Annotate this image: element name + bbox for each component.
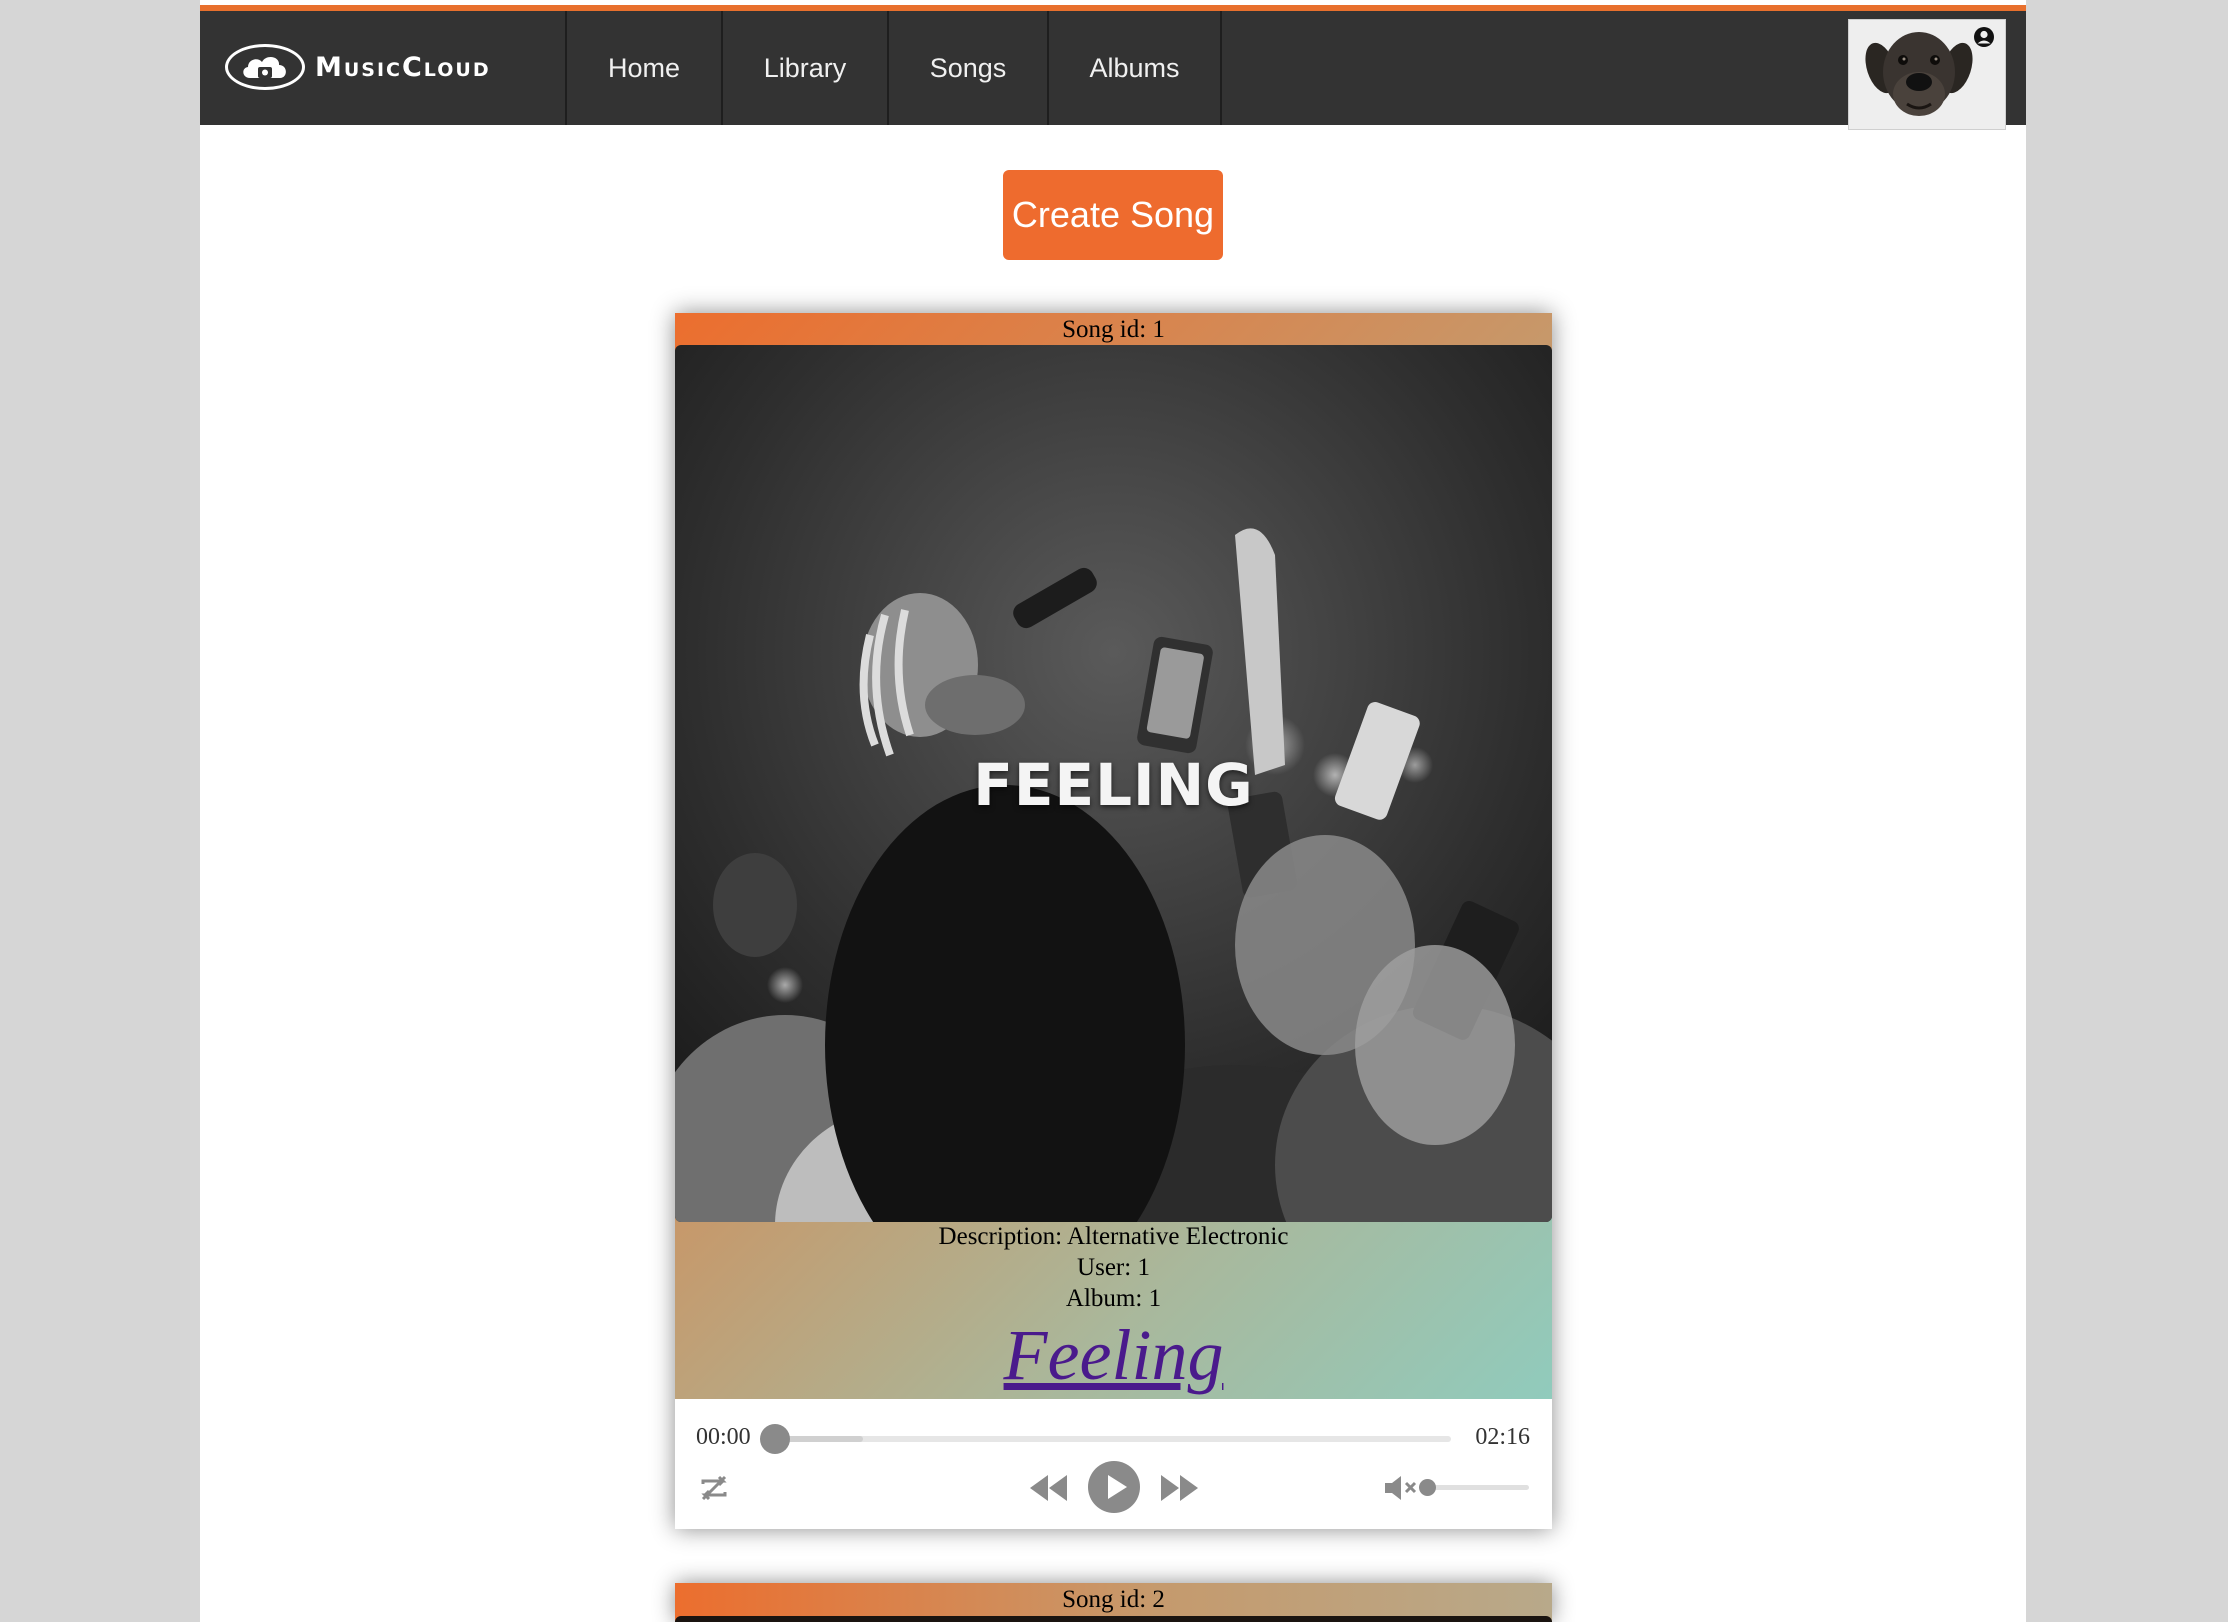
nav-home[interactable]: Home (567, 11, 723, 125)
current-time: 00:00 (696, 1424, 751, 1450)
play-icon[interactable] (1087, 1460, 1141, 1514)
rewind-icon[interactable] (1027, 1471, 1071, 1505)
dog-avatar (1865, 32, 1973, 116)
nav-songs[interactable]: Songs (889, 11, 1049, 125)
song-card: Song id: 2 (675, 1583, 1552, 1622)
song-id-label: Song id: 2 (1062, 1586, 1165, 1613)
song-album: Album: 1 (1065, 1285, 1162, 1312)
create-song-button[interactable]: Create Song (1003, 170, 1223, 260)
nav-albums[interactable]: Albums (1049, 11, 1222, 125)
cover-title-text: FEELING (973, 751, 1254, 819)
song-id-label: Song id: 1 (1062, 316, 1165, 343)
song-card: Song id: 1 FEELING Description: Alternat… (675, 313, 1552, 1529)
song-cover-image: FEELING (675, 345, 1552, 1222)
brand-logo[interactable]: MusicCloud (225, 43, 491, 91)
brand-name: MusicCloud (315, 51, 491, 83)
fast-forward-icon[interactable] (1157, 1471, 1201, 1505)
volume-muted-icon[interactable] (1383, 1473, 1419, 1503)
top-navbar: MusicCloud Home Library Songs Albums (200, 5, 2026, 130)
cloud-phone-icon (225, 44, 305, 90)
song-cover-image (675, 1616, 1552, 1622)
progress-bar[interactable] (760, 1424, 1451, 1454)
progress-handle[interactable] (760, 1424, 790, 1454)
user-menu-button[interactable] (1848, 19, 2006, 130)
nav-library[interactable]: Library (723, 11, 889, 125)
song-description: Description: Alternative Electronic (938, 1223, 1289, 1250)
volume-handle[interactable] (1419, 1479, 1436, 1496)
song-user: User: 1 (1077, 1254, 1150, 1281)
song-title-link[interactable]: Feeling (675, 1315, 1552, 1395)
duration-time: 02:16 (1475, 1424, 1530, 1450)
user-circle-icon (1974, 27, 1994, 47)
page: MusicCloud Home Library Songs Albums Cre… (200, 0, 2026, 1622)
audio-player: 00:00 02:16 (675, 1399, 1552, 1529)
volume-slider[interactable] (1419, 1479, 1529, 1496)
song-meta: Description: Alternative Electronic User… (675, 1221, 1552, 1314)
repeat-icon[interactable] (697, 1471, 731, 1505)
nav-links: Home Library Songs Albums (565, 11, 1222, 125)
